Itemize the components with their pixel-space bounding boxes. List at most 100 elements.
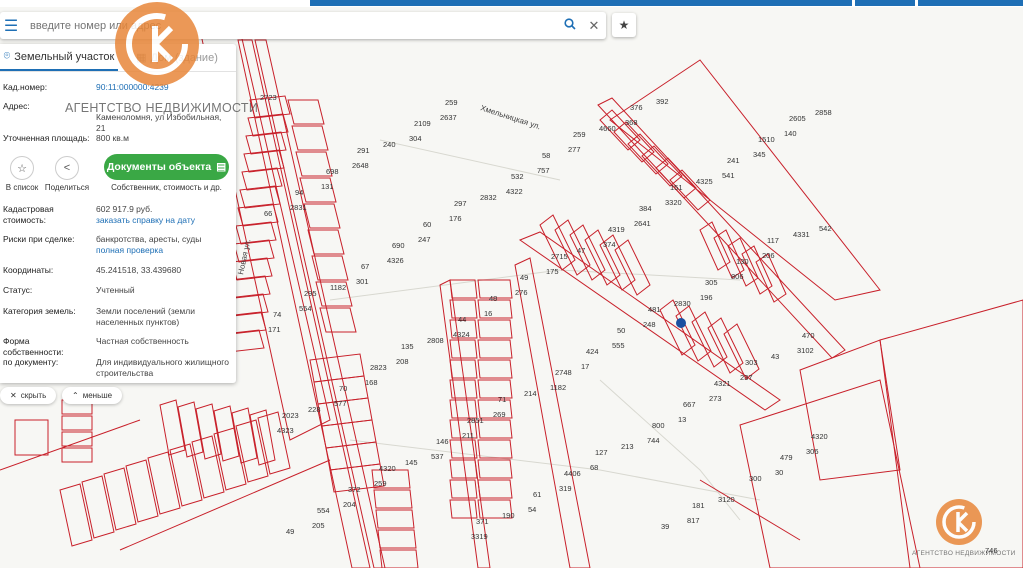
plot-number-label: 214 bbox=[524, 389, 537, 398]
plot-number-label: 295 bbox=[304, 289, 317, 298]
search-icon[interactable] bbox=[558, 18, 582, 33]
add-to-list-button[interactable]: ☆ bbox=[10, 156, 34, 180]
plot-number-label: 39 bbox=[661, 522, 669, 531]
plot-number-label: 44 bbox=[458, 315, 466, 324]
plot-number-label: 4324 bbox=[453, 330, 470, 339]
plot-number-label: 13 bbox=[678, 415, 686, 424]
full-check-link[interactable]: полная проверка bbox=[96, 245, 232, 256]
share-icon: < bbox=[63, 162, 71, 174]
info-panel: ⌾ Земельный участок ▦ Дом (здание) Кад.н… bbox=[0, 44, 236, 383]
risks-values: банкротства, аресты, суды полная проверк… bbox=[96, 234, 232, 256]
plot-number-label: 269 bbox=[493, 410, 506, 419]
cost-values: 602 917.9 руб. заказать справку на дату bbox=[96, 204, 232, 226]
documents-button[interactable]: Документы объекта ▤ bbox=[104, 154, 229, 180]
plot-number-label: 319 bbox=[559, 484, 572, 493]
close-icon: ✕ bbox=[10, 391, 17, 400]
plot-number-label: 240 bbox=[383, 140, 396, 149]
search-input[interactable] bbox=[22, 19, 558, 32]
plot-number-label: 554 bbox=[317, 506, 330, 515]
selected-plot-marker[interactable] bbox=[676, 318, 686, 328]
plot-number-label: 130 bbox=[736, 257, 749, 266]
plot-number-label: 206 bbox=[762, 251, 775, 260]
plot-number-label: 376 bbox=[630, 103, 643, 112]
plot-number-label: 43 bbox=[771, 352, 779, 361]
plot-number-label: 481 bbox=[648, 305, 661, 314]
plot-number-label: 146 bbox=[436, 437, 449, 446]
plot-number-label: 297 bbox=[454, 199, 467, 208]
plot-number-label: 168 bbox=[365, 378, 378, 387]
plot-number-label: 2858 bbox=[815, 108, 832, 117]
plot-number-label: 372 bbox=[348, 485, 361, 494]
plot-number-label: 67 bbox=[361, 262, 369, 271]
plot-number-label: 1182 bbox=[550, 383, 566, 392]
plot-number-label: 68 bbox=[590, 463, 598, 472]
land-plot-icon: ⌾ bbox=[3, 50, 11, 62]
plot-number-label: 3319 bbox=[471, 532, 488, 541]
category-label: Категория земель: bbox=[3, 306, 76, 316]
plot-number-label: 479 bbox=[780, 453, 793, 462]
cost-report-link[interactable]: заказать справку на дату bbox=[96, 215, 232, 226]
hide-panel-button[interactable]: ✕ скрыть bbox=[0, 387, 57, 404]
plot-number-label: 49 bbox=[286, 527, 294, 536]
plot-number-label: 241 bbox=[727, 156, 740, 165]
plot-number-label: 800 bbox=[652, 421, 665, 430]
plot-number-label: 2648 bbox=[352, 161, 369, 170]
plot-number-label: 135 bbox=[401, 342, 414, 351]
plot-number-label: 205 bbox=[312, 521, 325, 530]
plot-number-label: 176 bbox=[449, 214, 462, 223]
plot-number-label: 2715 bbox=[551, 252, 568, 261]
plot-number-label: 368 bbox=[625, 118, 638, 127]
plot-number-label: 2823 bbox=[370, 363, 387, 372]
plot-number-label: 667 bbox=[683, 400, 696, 409]
coords-label: Координаты: bbox=[3, 265, 54, 275]
plot-number-label: 74 bbox=[273, 310, 281, 319]
plot-number-label: 305 bbox=[705, 278, 718, 287]
plot-number-label: 542 bbox=[819, 224, 832, 233]
plot-number-label: 690 bbox=[392, 241, 405, 250]
document-value: Для индивидуального жилищного строительс… bbox=[96, 357, 229, 378]
agency-corner-text: АГЕНТСТВО НЕДВИЖИМОСТИ bbox=[912, 550, 1016, 557]
menu-icon[interactable]: ☰ bbox=[0, 12, 22, 39]
share-label: Поделиться bbox=[44, 183, 90, 192]
plot-number-label: 259 bbox=[374, 479, 387, 488]
plot-number-label: 145 bbox=[405, 458, 418, 467]
plot-number-label: 211 bbox=[462, 431, 474, 440]
cadnum-label: Кад.номер: bbox=[3, 82, 48, 92]
plot-number-label: 58 bbox=[542, 151, 550, 160]
ownership-label: Форма собственности: bbox=[3, 336, 64, 357]
plot-number-label: 577 bbox=[334, 399, 347, 408]
status-value: Учтенный bbox=[96, 285, 135, 295]
plot-number-label: 4322 bbox=[506, 187, 523, 196]
plot-number-label: 4319 bbox=[608, 225, 625, 234]
document-icon: ▤ bbox=[216, 161, 227, 173]
plot-number-label: 48 bbox=[489, 294, 497, 303]
plot-number-label: 2831 bbox=[290, 203, 307, 212]
plot-number-label: 757 bbox=[537, 166, 550, 175]
share-button[interactable]: < bbox=[55, 156, 79, 180]
category-value: Земли поселений (земли населенных пункто… bbox=[96, 306, 195, 327]
tab-land-plot[interactable]: ⌾ Земельный участок bbox=[0, 44, 118, 71]
plot-number-label: 698 bbox=[326, 167, 339, 176]
close-icon[interactable]: ✕ bbox=[582, 18, 606, 34]
plot-number-label: 66 bbox=[264, 209, 272, 218]
plot-number-label: 301 bbox=[356, 277, 369, 286]
plot-number-label: 54 bbox=[528, 505, 536, 514]
plot-number-label: 3120 bbox=[718, 495, 735, 504]
plot-number-label: 273 bbox=[709, 394, 722, 403]
plot-number-label: 181 bbox=[692, 501, 705, 510]
ownership-value: Частная собственность bbox=[96, 336, 189, 346]
plot-number-label: 424 bbox=[586, 347, 599, 356]
plot-number-label: 2832 bbox=[480, 193, 497, 202]
cost-value: 602 917.9 руб. bbox=[96, 204, 153, 214]
less-button[interactable]: ⌃ меньше bbox=[62, 387, 123, 404]
plot-number-label: 374 bbox=[603, 240, 616, 249]
favorites-star-button[interactable]: ★ bbox=[612, 13, 636, 37]
plot-number-label: 213 bbox=[621, 442, 634, 451]
plot-number-label: 817 bbox=[687, 516, 700, 525]
plot-number-label: 345 bbox=[753, 150, 766, 159]
agency-logo-corner bbox=[936, 499, 982, 545]
documents-caption: Собственник, стоимость и др. bbox=[111, 183, 222, 192]
plot-number-label: 247 bbox=[418, 235, 431, 244]
plot-number-label: 16 bbox=[484, 309, 492, 318]
status-label: Статус: bbox=[3, 285, 33, 295]
